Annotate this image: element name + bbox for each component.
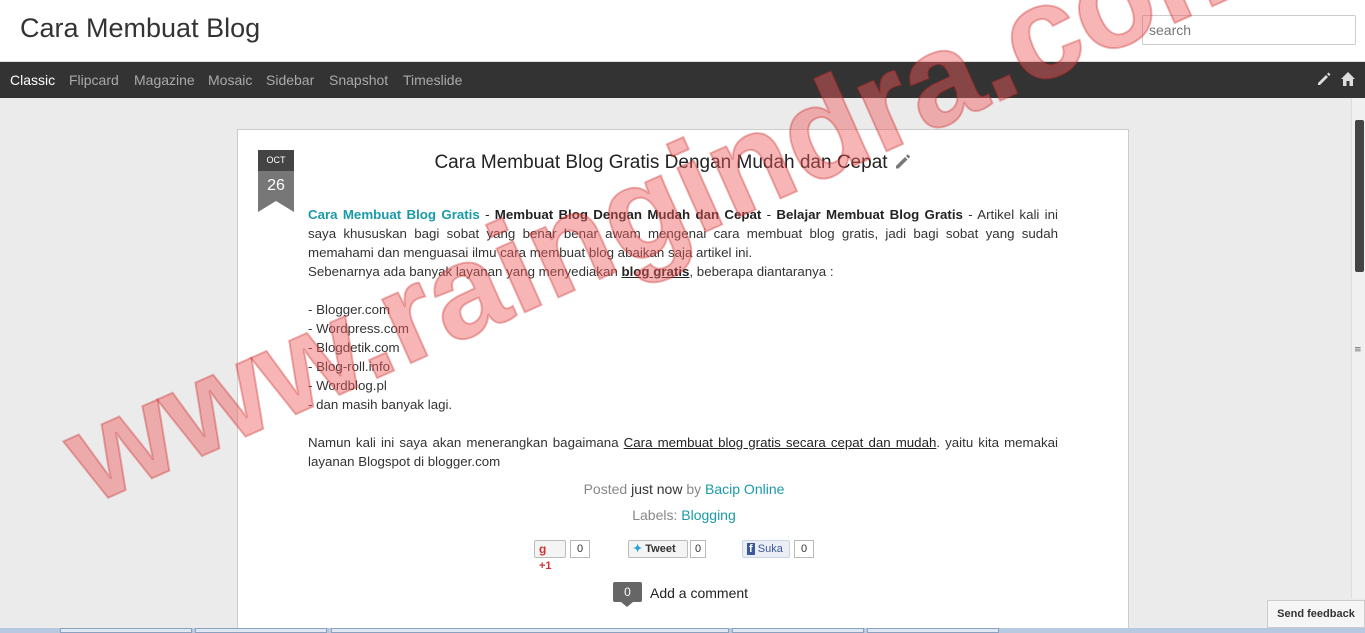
list-item: - Blog-roll.info xyxy=(308,359,391,374)
blog-header: Cara Membuat Blog xyxy=(0,0,1365,62)
closing-text-pre: Namun kali ini saya akan menerangkan bag… xyxy=(308,435,624,450)
facebook-label: Suka xyxy=(757,543,783,555)
post-title: Cara Membuat Blog Gratis Dengan Mudah da… xyxy=(238,152,1130,174)
tweet-button[interactable]: ✦ Tweet xyxy=(628,540,688,558)
posted-label: Posted xyxy=(583,481,628,497)
post-paragraph-intro: Cara Membuat Blog Gratis - Membuat Blog … xyxy=(308,205,1058,262)
scrollbar-thumb[interactable] xyxy=(1355,120,1364,272)
label-link[interactable]: Blogging xyxy=(681,507,736,523)
post-meta-posted: Posted just now by Bacip Online xyxy=(238,481,1130,497)
services-text-post: , beberapa diantaranya : xyxy=(689,264,834,279)
post-card: OCT 26 Cara Membuat Blog Gratis Dengan M… xyxy=(237,129,1129,633)
nav-item-flipcard[interactable]: Flipcard xyxy=(69,72,119,88)
blog-title[interactable]: Cara Membuat Blog xyxy=(20,13,260,44)
comment-count-bubble[interactable]: 0 xyxy=(613,582,642,602)
blog-gratis-link[interactable]: blog gratis xyxy=(621,264,689,279)
taskbar-item[interactable] xyxy=(331,628,729,633)
edit-pencil-icon[interactable] xyxy=(894,152,912,170)
facebook-count: 0 xyxy=(794,540,815,558)
closing-link[interactable]: Cara membuat blog gratis secara cepat da… xyxy=(624,435,937,450)
intro-strong-2: Belajar Membuat Blog Gratis xyxy=(776,207,963,222)
taskbar-item[interactable] xyxy=(195,628,327,633)
posted-by-label: by xyxy=(686,481,702,497)
taskbar-item[interactable] xyxy=(732,628,864,633)
taskbar-item[interactable] xyxy=(60,628,192,633)
list-item: - Blogdetik.com xyxy=(308,340,400,355)
author-link[interactable]: Bacip Online xyxy=(705,481,784,497)
separator: - xyxy=(479,207,495,222)
taskbar-item[interactable] xyxy=(867,628,999,633)
os-taskbar xyxy=(0,628,1365,633)
date-day: 26 xyxy=(258,171,294,201)
post-paragraph-closing: Namun kali ini saya akan menerangkan bag… xyxy=(308,433,1058,471)
home-icon[interactable] xyxy=(1340,71,1356,87)
post-body: Cara Membuat Blog Gratis - Membuat Blog … xyxy=(308,205,1058,471)
posted-time[interactable]: just now xyxy=(631,481,682,497)
intro-strong-1: Membuat Blog Dengan Mudah dan Cepat xyxy=(494,207,762,222)
separator: - xyxy=(761,207,777,222)
post-meta-labels: Labels: Blogging xyxy=(238,507,1130,523)
nav-item-snapshot[interactable]: Snapshot xyxy=(329,72,388,88)
scrollbar-grip-icon: ≡ xyxy=(1354,345,1362,355)
gplus-button[interactable]: g +1 xyxy=(534,540,566,572)
list-item: - dan masih banyak lagi. xyxy=(308,397,453,412)
search-input[interactable] xyxy=(1142,15,1356,45)
add-comment-link[interactable]: Add a comment xyxy=(650,585,748,601)
intro-link[interactable]: Cara Membuat Blog Gratis xyxy=(308,207,480,222)
nav-item-classic[interactable]: Classic xyxy=(10,72,55,88)
facebook-like-button[interactable]: f Suka xyxy=(742,540,790,558)
list-item: - Wordblog.pl xyxy=(308,378,387,393)
date-ribbon-tail xyxy=(258,201,294,212)
gplus-label: +1 xyxy=(539,560,552,572)
nav-item-timeslide[interactable]: Timeslide xyxy=(403,72,462,88)
gplus-count: 0 xyxy=(570,540,591,558)
pencil-icon[interactable] xyxy=(1316,71,1332,87)
scrollbar[interactable]: ≡ xyxy=(1351,98,1365,598)
post-title-text[interactable]: Cara Membuat Blog Gratis Dengan Mudah da… xyxy=(434,152,887,173)
services-text-pre: Sebenarnya ada banyak layanan yang menye… xyxy=(308,264,622,279)
tweet-label: Tweet xyxy=(645,543,676,555)
tweet-count: 0 xyxy=(690,540,707,558)
comment-bubble-tail xyxy=(621,602,633,607)
nav-item-magazine[interactable]: Magazine xyxy=(134,72,195,88)
labels-label: Labels: xyxy=(632,507,678,523)
list-item: - Blogger.com xyxy=(308,302,391,317)
send-feedback-button[interactable]: Send feedback xyxy=(1267,600,1365,628)
view-navbar: Classic Flipcard Magazine Mosaic Sidebar… xyxy=(0,62,1365,98)
nav-item-sidebar[interactable]: Sidebar xyxy=(266,72,314,88)
nav-item-mosaic[interactable]: Mosaic xyxy=(208,72,252,88)
list-item: - Wordpress.com xyxy=(308,321,409,336)
post-paragraph-services: Sebenarnya ada banyak layanan yang menye… xyxy=(308,262,1058,281)
